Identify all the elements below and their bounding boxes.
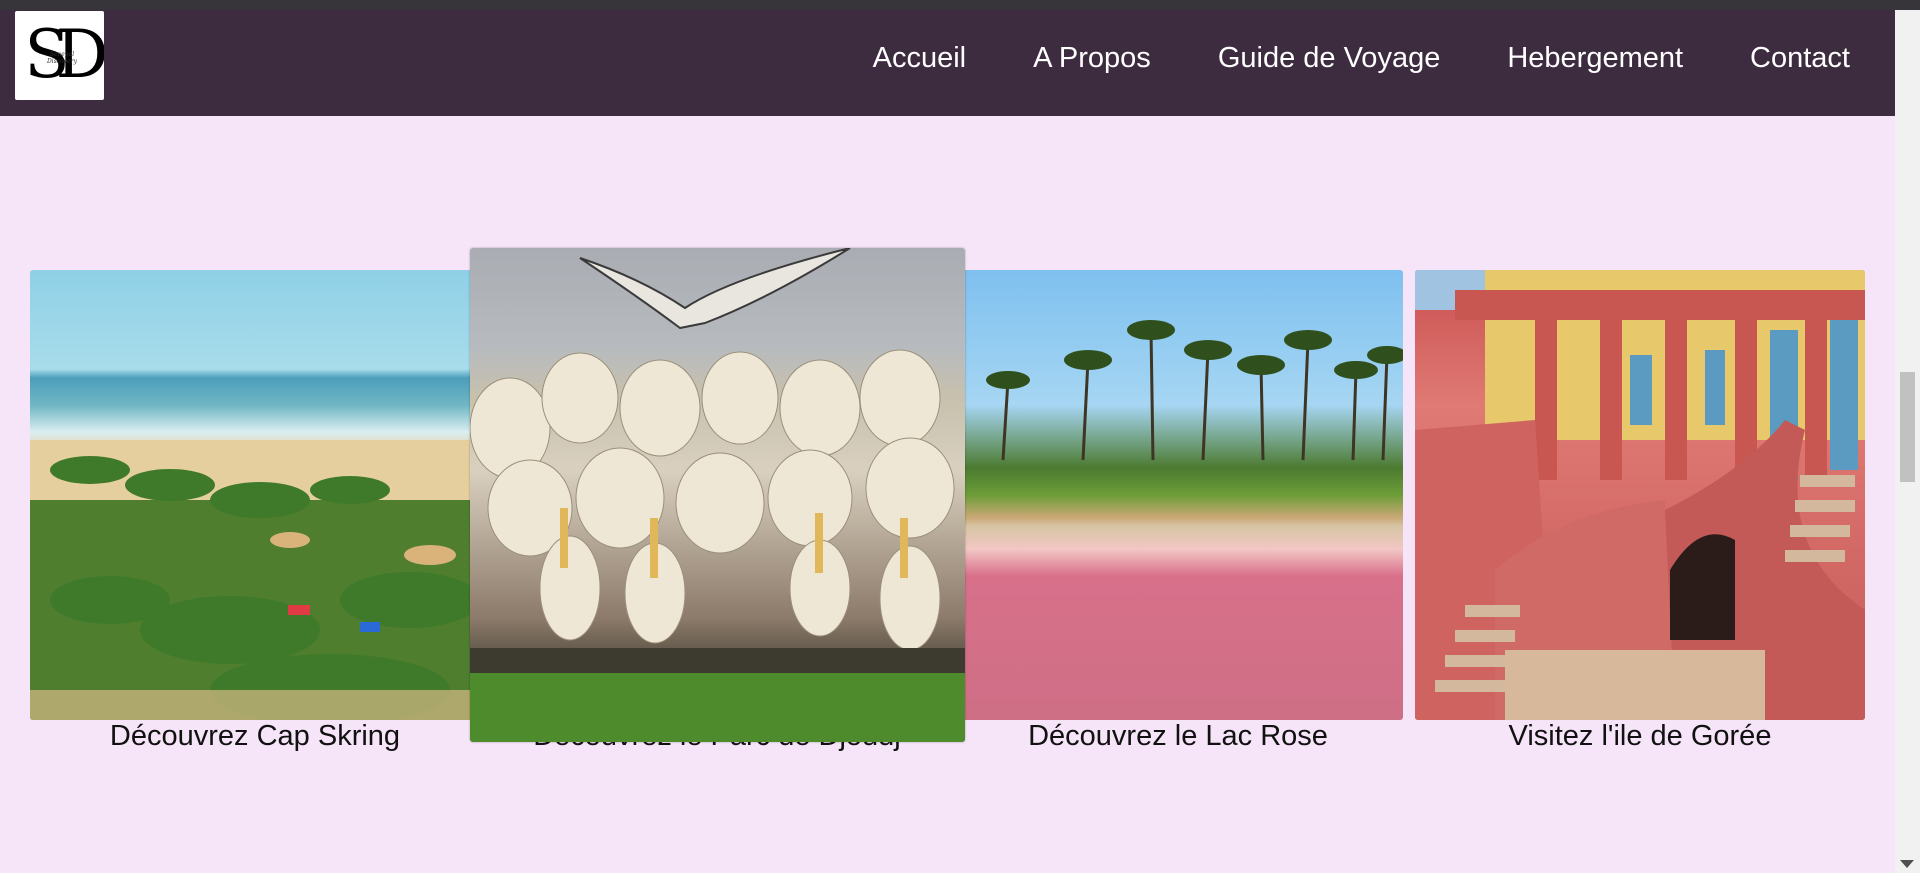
- browser-top-edge: [0, 0, 1920, 10]
- pelicans-photo[interactable]: [470, 248, 965, 742]
- pink-lake-photo[interactable]: [963, 270, 1403, 720]
- beach-photo[interactable]: [30, 270, 475, 720]
- scroll-down-arrow-icon[interactable]: [1900, 860, 1914, 868]
- nav-guide-de-voyage[interactable]: Guide de Voyage: [1218, 42, 1441, 75]
- beach-scene: [30, 440, 475, 720]
- card-caption[interactable]: Découvrez le Lac Rose: [958, 720, 1398, 753]
- nav-accueil[interactable]: Accueil: [873, 42, 967, 75]
- goree-house-photo[interactable]: [1415, 270, 1865, 720]
- logo-subtitle: Senegal Discovery: [47, 51, 77, 65]
- main-menu: Accueil A Propos Guide de Voyage Heberge…: [806, 10, 1895, 106]
- scrollbar-thumb[interactable]: [1900, 372, 1915, 482]
- lake-scene: [986, 320, 1403, 461]
- card-caption[interactable]: Visitez l'ile de Gorée: [1420, 720, 1860, 753]
- nav-hebergement[interactable]: Hebergement: [1507, 42, 1683, 75]
- site-logo[interactable]: SD Senegal Discovery: [15, 11, 104, 100]
- navbar: SD Senegal Discovery Accueil A Propos Gu…: [0, 10, 1895, 116]
- page-scrollbar[interactable]: [1895, 10, 1920, 873]
- nav-a-propos[interactable]: A Propos: [1033, 42, 1151, 75]
- pelican-scene: [470, 248, 965, 742]
- nav-contact[interactable]: Contact: [1750, 42, 1850, 75]
- goree-scene: [1415, 270, 1865, 720]
- card-caption[interactable]: Découvrez Cap Skring: [35, 720, 475, 753]
